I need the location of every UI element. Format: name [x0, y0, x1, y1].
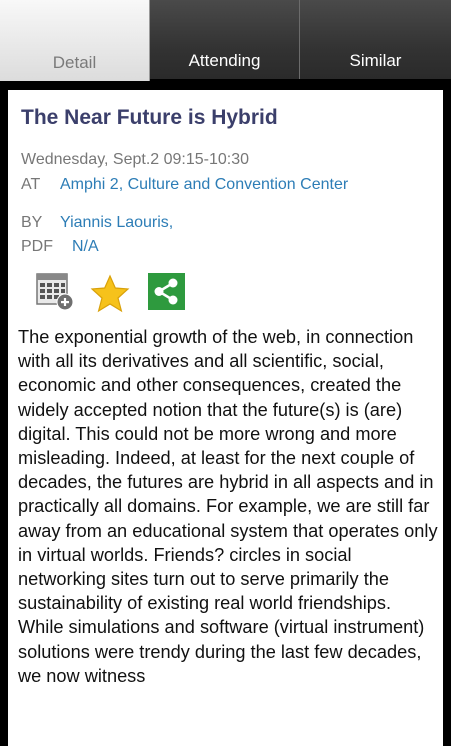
session-description: The exponential growth of the web, in co… — [18, 327, 438, 686]
session-datetime: Wednesday, Sept.2 09:15-10:30 — [21, 151, 250, 168]
tab-detail[interactable]: Detail — [0, 0, 150, 81]
tab-attending-label: Attending — [188, 51, 261, 70]
favorite-star-icon[interactable] — [90, 274, 130, 314]
location-row: AT Amphi 2, Culture and Convention Center — [21, 176, 348, 194]
tab-similar[interactable]: Similar — [300, 0, 451, 79]
session-title: The Near Future is Hybrid — [21, 106, 278, 129]
at-label: AT — [21, 176, 41, 193]
pdf-row: PDF N/A — [21, 238, 99, 256]
location-link[interactable]: Amphi 2, Culture and Convention Center — [60, 176, 348, 193]
tab-attending[interactable]: Attending — [150, 0, 300, 79]
pdf-value[interactable]: N/A — [72, 238, 99, 255]
share-icon[interactable] — [148, 273, 185, 310]
pdf-label: PDF — [21, 238, 53, 255]
tab-detail-label: Detail — [52, 53, 97, 72]
speaker-row: BY Yiannis Laouris, — [21, 214, 173, 232]
session-detail-panel: The Near Future is Hybrid Wednesday, Sep… — [8, 90, 443, 746]
speaker-link[interactable]: Yiannis Laouris, — [60, 214, 173, 231]
by-label: BY — [21, 214, 43, 231]
tab-bar: Detail Attending Similar — [0, 0, 451, 81]
add-to-calendar-icon[interactable] — [35, 271, 75, 311]
tab-similar-label: Similar — [349, 51, 402, 70]
